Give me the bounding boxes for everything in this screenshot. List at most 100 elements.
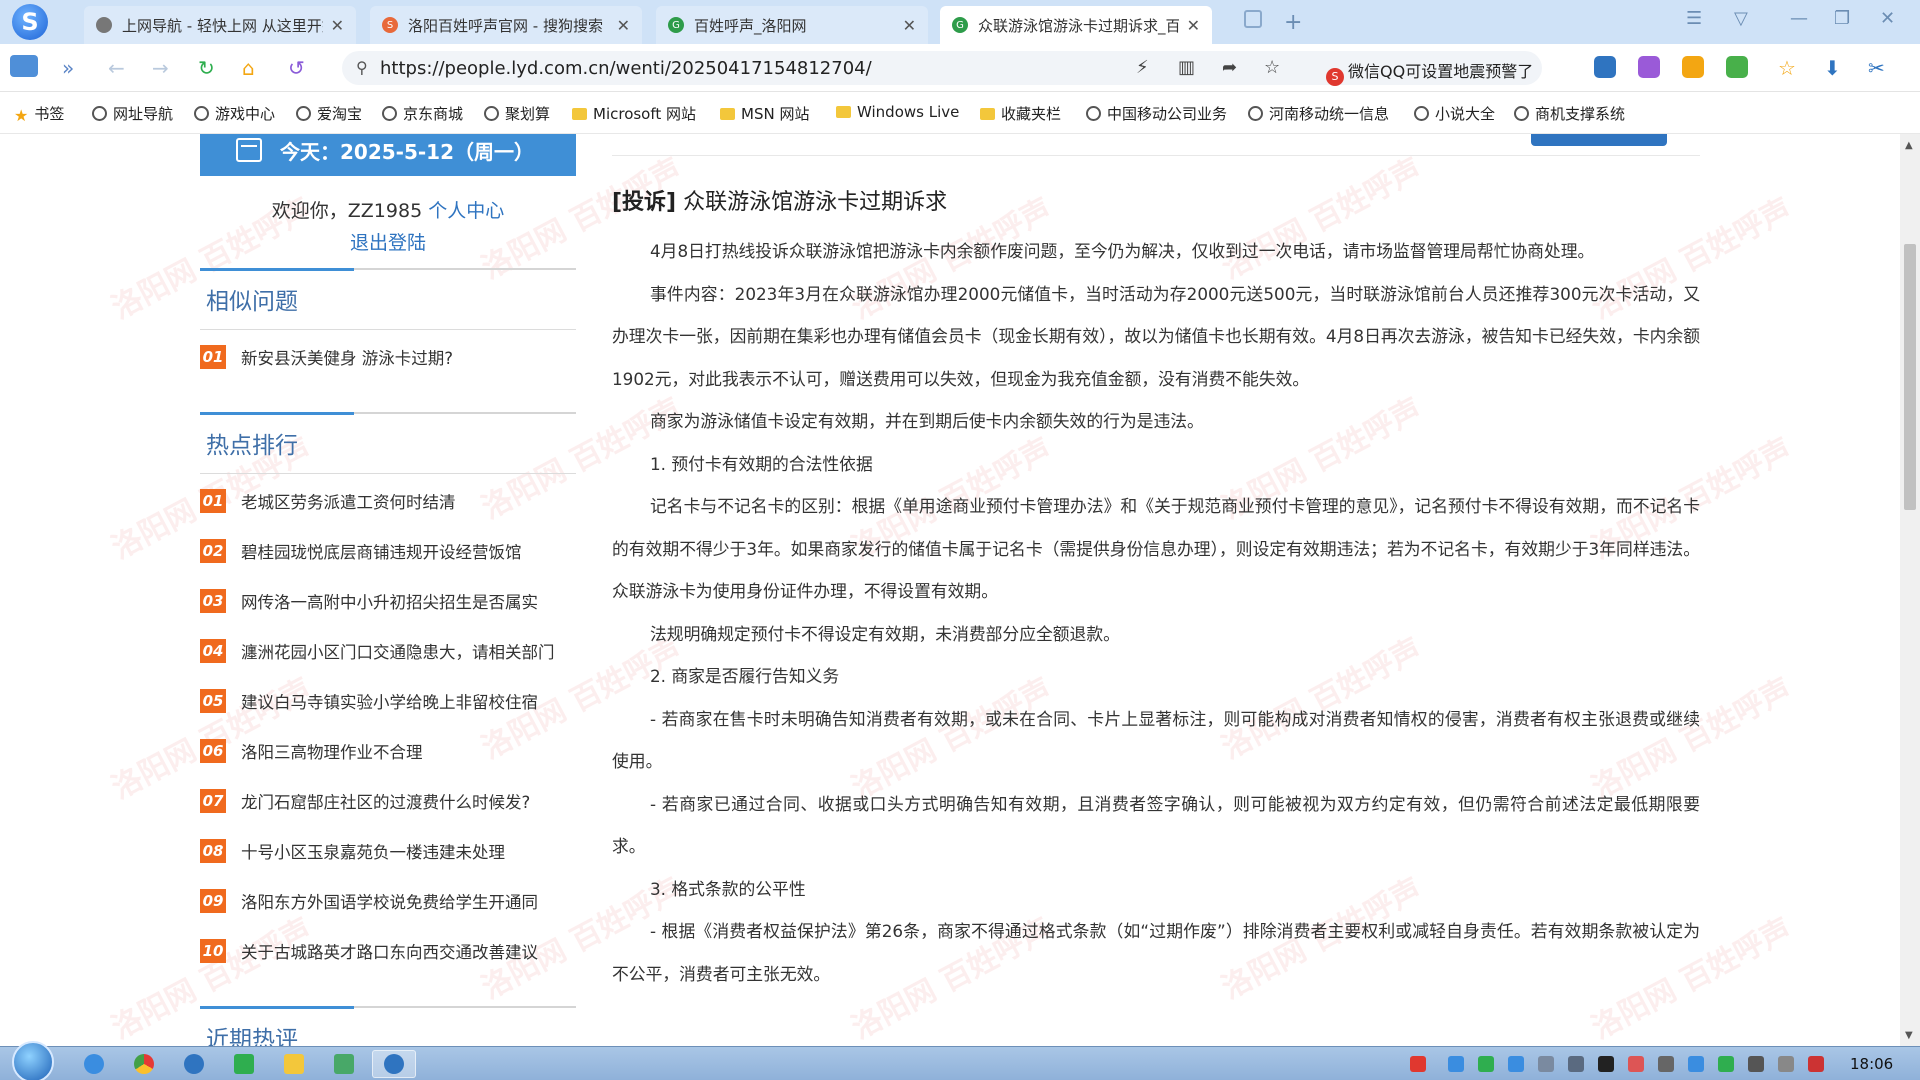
refresh-icon[interactable]: ↻ bbox=[198, 56, 215, 80]
bookmark-item[interactable]: 商机支撑系统 bbox=[1514, 103, 1625, 124]
sidebar-toggle-icon[interactable] bbox=[10, 55, 38, 77]
bookmark-folder[interactable]: Microsoft 网站 bbox=[572, 103, 696, 124]
hot-item[interactable]: 04 瀍洲花园小区门口交通隐患大，请相关部门 bbox=[200, 638, 576, 664]
tab-current-article[interactable]: G 众联游泳馆游泳卡过期诉求_百姓呼声_洛阳网 ✕ bbox=[940, 6, 1212, 44]
hot-item[interactable]: 09 洛阳东方外国语学校说免费给学生开通同 bbox=[200, 888, 576, 914]
earthquake-notice[interactable]: S 微信QQ可设置地震预警了 bbox=[1326, 58, 1533, 86]
lyd-icon: G bbox=[952, 17, 968, 33]
hot-item[interactable]: 10 关于古城路英才路口东向西交通改善建议 bbox=[200, 938, 576, 964]
hot-item[interactable]: 08 十号小区玉泉嘉苑负一楼违建未处理 bbox=[200, 838, 576, 864]
hot-item[interactable]: 06 洛阳三高物理作业不合理 bbox=[200, 738, 576, 764]
hot-item[interactable]: 07 龙门石窟郜庄社区的过渡费什么时候发? bbox=[200, 788, 576, 814]
hot-item[interactable]: 03 网传洛一高附中小升初招尖招生是否属实 bbox=[200, 588, 576, 614]
network-icon[interactable] bbox=[1778, 1056, 1794, 1072]
security-icon[interactable] bbox=[1628, 1056, 1644, 1072]
article-title: [投诉] 众联游泳馆游泳卡过期诉求 bbox=[612, 190, 948, 215]
bookmark-item[interactable]: 爱淘宝 bbox=[296, 103, 362, 124]
printer-icon[interactable] bbox=[1568, 1056, 1584, 1072]
network-app-icon[interactable] bbox=[1448, 1056, 1464, 1072]
taskbar-explorer[interactable] bbox=[272, 1050, 316, 1078]
close-icon[interactable]: ✕ bbox=[617, 16, 630, 35]
spreadsheet-icon bbox=[234, 1054, 254, 1074]
scrollbar-thumb[interactable] bbox=[1904, 244, 1916, 510]
shield-icon[interactable] bbox=[1508, 1056, 1524, 1072]
article-paragraph: - 根据《消费者权益保护法》第26条，商家不得通过格式条款（如“过期作废”）排除… bbox=[612, 921, 1700, 984]
translate-icon[interactable] bbox=[1594, 56, 1616, 78]
hot-item[interactable]: 02 碧桂园珑悦底层商铺违规开设经营饭馆 bbox=[200, 538, 576, 564]
taskbar-sogou-active[interactable] bbox=[372, 1050, 416, 1078]
restore-icon[interactable]: ❐ bbox=[1834, 8, 1850, 29]
device-icon[interactable] bbox=[1538, 1056, 1554, 1072]
flag-icon[interactable] bbox=[1808, 1056, 1824, 1072]
share-icon[interactable]: ➦ bbox=[1222, 57, 1237, 78]
bookmark-item[interactable]: 小说大全 bbox=[1414, 103, 1495, 124]
bookmark-item[interactable]: 京东商城 bbox=[382, 103, 463, 124]
bookmark-folder[interactable]: MSN 网站 bbox=[720, 103, 809, 124]
sogou-browser-logo[interactable]: S bbox=[12, 4, 48, 40]
reader-mode-icon[interactable]: ▥ bbox=[1178, 57, 1195, 78]
favorites-icon[interactable]: ☆ bbox=[1778, 56, 1796, 80]
bookmark-folder[interactable]: 收藏夹栏 bbox=[980, 103, 1061, 124]
tab-shangwang-nav[interactable]: 上网导航 - 轻快上网 从这里开始 ✕ bbox=[84, 6, 356, 44]
bookmark-item[interactable]: 中国移动公司业务 bbox=[1086, 103, 1227, 124]
minimize-icon[interactable]: — bbox=[1790, 8, 1808, 29]
tab-baixing-husheng[interactable]: G 百姓呼声_洛阳网 ✕ bbox=[656, 6, 928, 44]
bookmark-item[interactable]: ★ 书签 bbox=[14, 103, 64, 125]
windows-taskbar: 18:06 bbox=[0, 1041, 1920, 1080]
undo-close-icon[interactable]: ↺ bbox=[288, 56, 305, 80]
puzzle-icon[interactable] bbox=[1726, 56, 1748, 78]
extension-icon[interactable] bbox=[1638, 56, 1660, 78]
chrome-icon bbox=[134, 1054, 154, 1074]
taskbar-chrome[interactable] bbox=[122, 1050, 166, 1078]
bookmark-item[interactable]: 网址导航 bbox=[92, 103, 173, 124]
bookmark-item[interactable]: 游戏中心 bbox=[194, 103, 275, 124]
hot-item[interactable]: 05 建议白马寺镇实验小学给晚上非留校住宿 bbox=[200, 688, 576, 714]
skin-icon[interactable]: ▽ bbox=[1734, 8, 1748, 29]
personal-center-link[interactable]: 个人中心 bbox=[428, 200, 504, 222]
close-icon[interactable]: ✕ bbox=[1187, 16, 1200, 35]
antivirus-icon[interactable] bbox=[1718, 1056, 1734, 1072]
folder-extension-icon[interactable] bbox=[1682, 56, 1704, 78]
logout-link[interactable]: 退出登陆 bbox=[200, 228, 576, 255]
wechat-icon[interactable] bbox=[1478, 1056, 1494, 1072]
bookmark-item[interactable]: 聚划算 bbox=[484, 103, 550, 124]
download-icon[interactable]: ⬇ bbox=[1824, 56, 1841, 80]
scissors-icon[interactable]: ✂ bbox=[1868, 56, 1885, 80]
taskbar-remote[interactable] bbox=[322, 1050, 366, 1078]
similar-question-item[interactable]: 01 新安县沃美健身 游泳卡过期? bbox=[200, 344, 576, 370]
close-window-icon[interactable]: ✕ bbox=[1880, 8, 1895, 29]
taskbar-ie[interactable] bbox=[72, 1050, 116, 1078]
display-icon[interactable] bbox=[1748, 1056, 1764, 1072]
reply-button[interactable] bbox=[1531, 134, 1667, 146]
tab-sogou-search[interactable]: S 洛阳百姓呼声官网 - 搜狗搜索 ✕ bbox=[370, 6, 642, 44]
forward-icon[interactable]: → bbox=[152, 56, 169, 80]
sogou-input-icon[interactable] bbox=[1410, 1056, 1426, 1072]
taskbar-sogou[interactable] bbox=[172, 1050, 216, 1078]
lightning-icon[interactable]: ⚡ bbox=[1136, 57, 1149, 78]
hot-item[interactable]: 01 老城区劳务派遣工资何时结清 bbox=[200, 488, 576, 514]
new-tab-icon[interactable]: + bbox=[1284, 10, 1302, 35]
url-text[interactable]: https://people.lyd.com.cn/wenti/20250417… bbox=[380, 58, 872, 79]
bookmark-item[interactable]: 河南移动统一信息 bbox=[1248, 103, 1389, 124]
taskbar-clock[interactable]: 18:06 bbox=[1850, 1055, 1893, 1073]
leaf-icon bbox=[1514, 106, 1529, 121]
scroll-up-icon[interactable]: ▲ bbox=[1905, 140, 1913, 151]
back-icon[interactable]: ← bbox=[108, 56, 125, 80]
start-button[interactable] bbox=[12, 1041, 54, 1080]
telegram-icon[interactable] bbox=[1688, 1056, 1704, 1072]
close-icon[interactable]: ✕ bbox=[331, 16, 344, 35]
volume-icon[interactable] bbox=[1658, 1056, 1674, 1072]
page-scrollbar[interactable]: ▲ ▼ bbox=[1900, 134, 1920, 1046]
menu-icon[interactable]: ☰ bbox=[1686, 8, 1702, 29]
home-icon[interactable]: ⌂ bbox=[242, 56, 255, 80]
tab-overview-icon[interactable] bbox=[1244, 10, 1262, 28]
monitor-icon[interactable] bbox=[1598, 1056, 1614, 1072]
double-chevron-icon[interactable]: » bbox=[62, 56, 74, 80]
bookmark-folder[interactable]: Windows Live bbox=[836, 103, 959, 121]
scroll-down-icon[interactable]: ▼ bbox=[1905, 1030, 1913, 1041]
url-bar[interactable]: ⚲ https://people.lyd.com.cn/wenti/202504… bbox=[342, 51, 1542, 86]
bookmark-star-icon[interactable]: ☆ bbox=[1264, 57, 1280, 78]
globe-icon bbox=[484, 106, 499, 121]
close-icon[interactable]: ✕ bbox=[903, 16, 916, 35]
taskbar-spreadsheet[interactable] bbox=[222, 1050, 266, 1078]
